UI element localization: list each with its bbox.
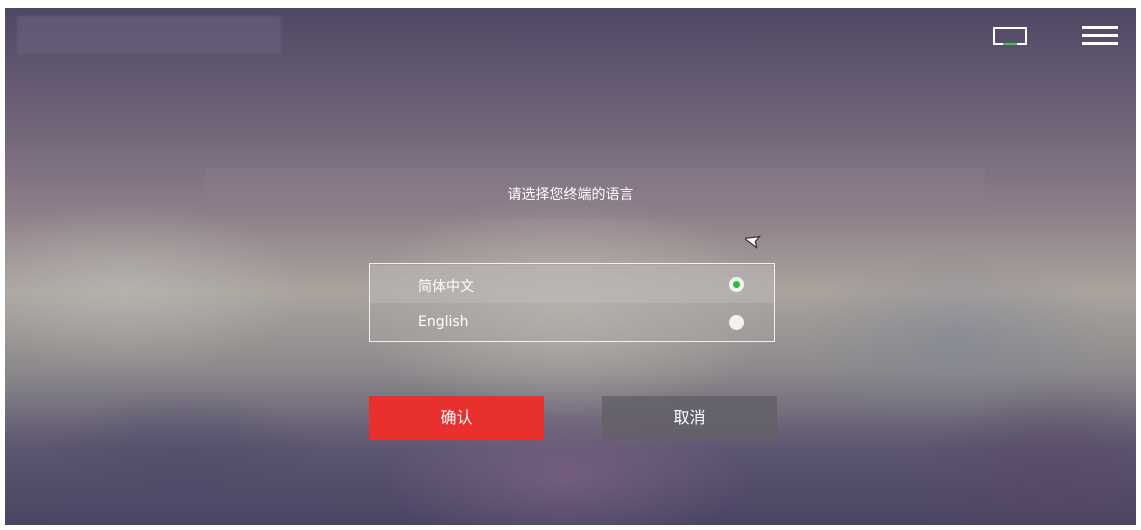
mouse-cursor-icon [745,235,762,249]
language-selection-screen: 请选择您终端的语言 简体中文 English 确认 取消 [5,8,1136,525]
radio-unselected-icon[interactable] [729,315,744,330]
language-list: 简体中文 English [369,263,775,342]
cancel-button[interactable]: 取消 [602,396,777,440]
language-option-chinese[interactable]: 简体中文 [370,265,774,303]
language-prompt: 请选择您终端的语言 [507,187,634,203]
language-option-label: 简体中文 [418,279,474,295]
language-option-label: English [418,314,469,330]
radio-selected-icon[interactable] [729,277,744,292]
screen-icon[interactable] [993,27,1027,49]
language-option-english[interactable]: English [370,303,774,341]
confirm-button[interactable]: 确认 [369,396,544,440]
hamburger-menu-icon[interactable] [1082,25,1118,47]
blurred-title-area [17,16,281,54]
